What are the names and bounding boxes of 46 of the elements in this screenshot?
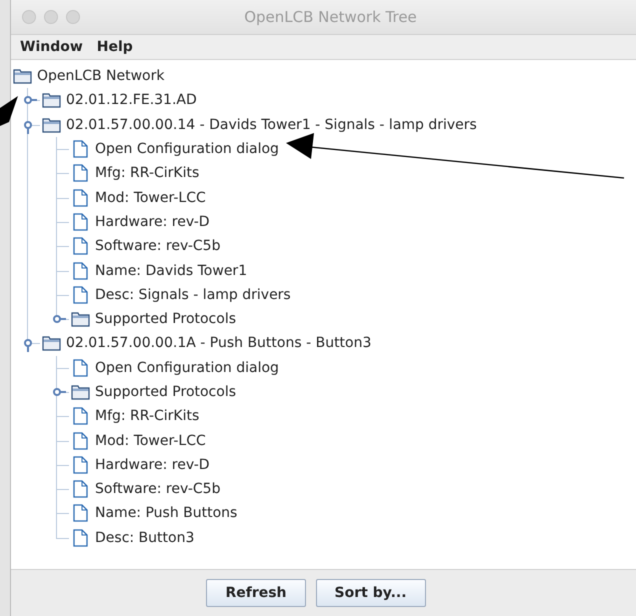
tree-item[interactable]: Desc: Signals - lamp drivers [95,286,291,303]
tree-item[interactable]: 02.01.12.FE.31.AD [66,92,197,108]
document-icon [71,504,90,522]
tree-item[interactable]: OpenLCB Network [37,68,164,84]
action-button[interactable]: Refresh [206,579,306,607]
menu-item[interactable]: Window [20,39,83,55]
document-icon [71,358,90,377]
tree-item[interactable]: Software: rev-C5b [95,481,220,498]
tree-item[interactable]: Desc: Button3 [95,530,194,546]
tree-item[interactable]: Supported Protocols [95,384,236,400]
document-icon [71,432,90,450]
document-icon [71,407,90,426]
tree-item[interactable]: Hardware: rev-D [95,214,210,230]
tree-item[interactable]: Mod: Tower-LCC [95,190,206,206]
document-icon [71,286,90,304]
folder-icon [13,68,32,84]
arrow [0,96,18,126]
window-title: OpenLCB Network Tree [243,8,418,26]
tree-item[interactable]: Open Configuration dialog [95,141,279,158]
document-icon [71,140,90,158]
document-icon [71,528,90,547]
tree-item[interactable]: Mfg: RR-CirKits [95,165,200,182]
tree-item[interactable]: Name: Davids Tower1 [95,262,248,279]
folder-icon [71,311,90,328]
document-icon [71,480,90,498]
folder-icon [71,384,90,400]
tree-item[interactable]: Open Configuration dialog [95,360,279,376]
folder-icon [42,116,61,133]
tree-item[interactable]: Supported Protocols [95,311,236,328]
document-icon [71,237,90,256]
document-icon [71,262,90,280]
tree-item[interactable]: Name: Push Buttons [95,505,238,522]
tree-item[interactable]: Mfg: RR-CirKits [95,408,200,424]
document-icon [71,456,90,474]
action-button[interactable]: Sort by... [316,579,426,607]
tree-item[interactable]: 02.01.57.00.00.1A - Push Buttons - Button3 [66,335,372,352]
document-icon [71,212,90,231]
menu-item[interactable]: Help [96,39,133,55]
tree-item[interactable]: Software: rev-C5b [95,238,220,254]
tree-item[interactable]: Hardware: rev-D [95,456,210,473]
tree-item[interactable]: 02.01.57.00.00.14 - Davids Tower1 - Signals - lamp drivers [66,116,477,133]
folder-icon [42,335,61,352]
folder-icon [42,92,61,108]
document-icon [71,164,90,182]
document-icon [71,188,90,207]
tree-item[interactable]: Mod: Tower-LCC [95,432,206,449]
